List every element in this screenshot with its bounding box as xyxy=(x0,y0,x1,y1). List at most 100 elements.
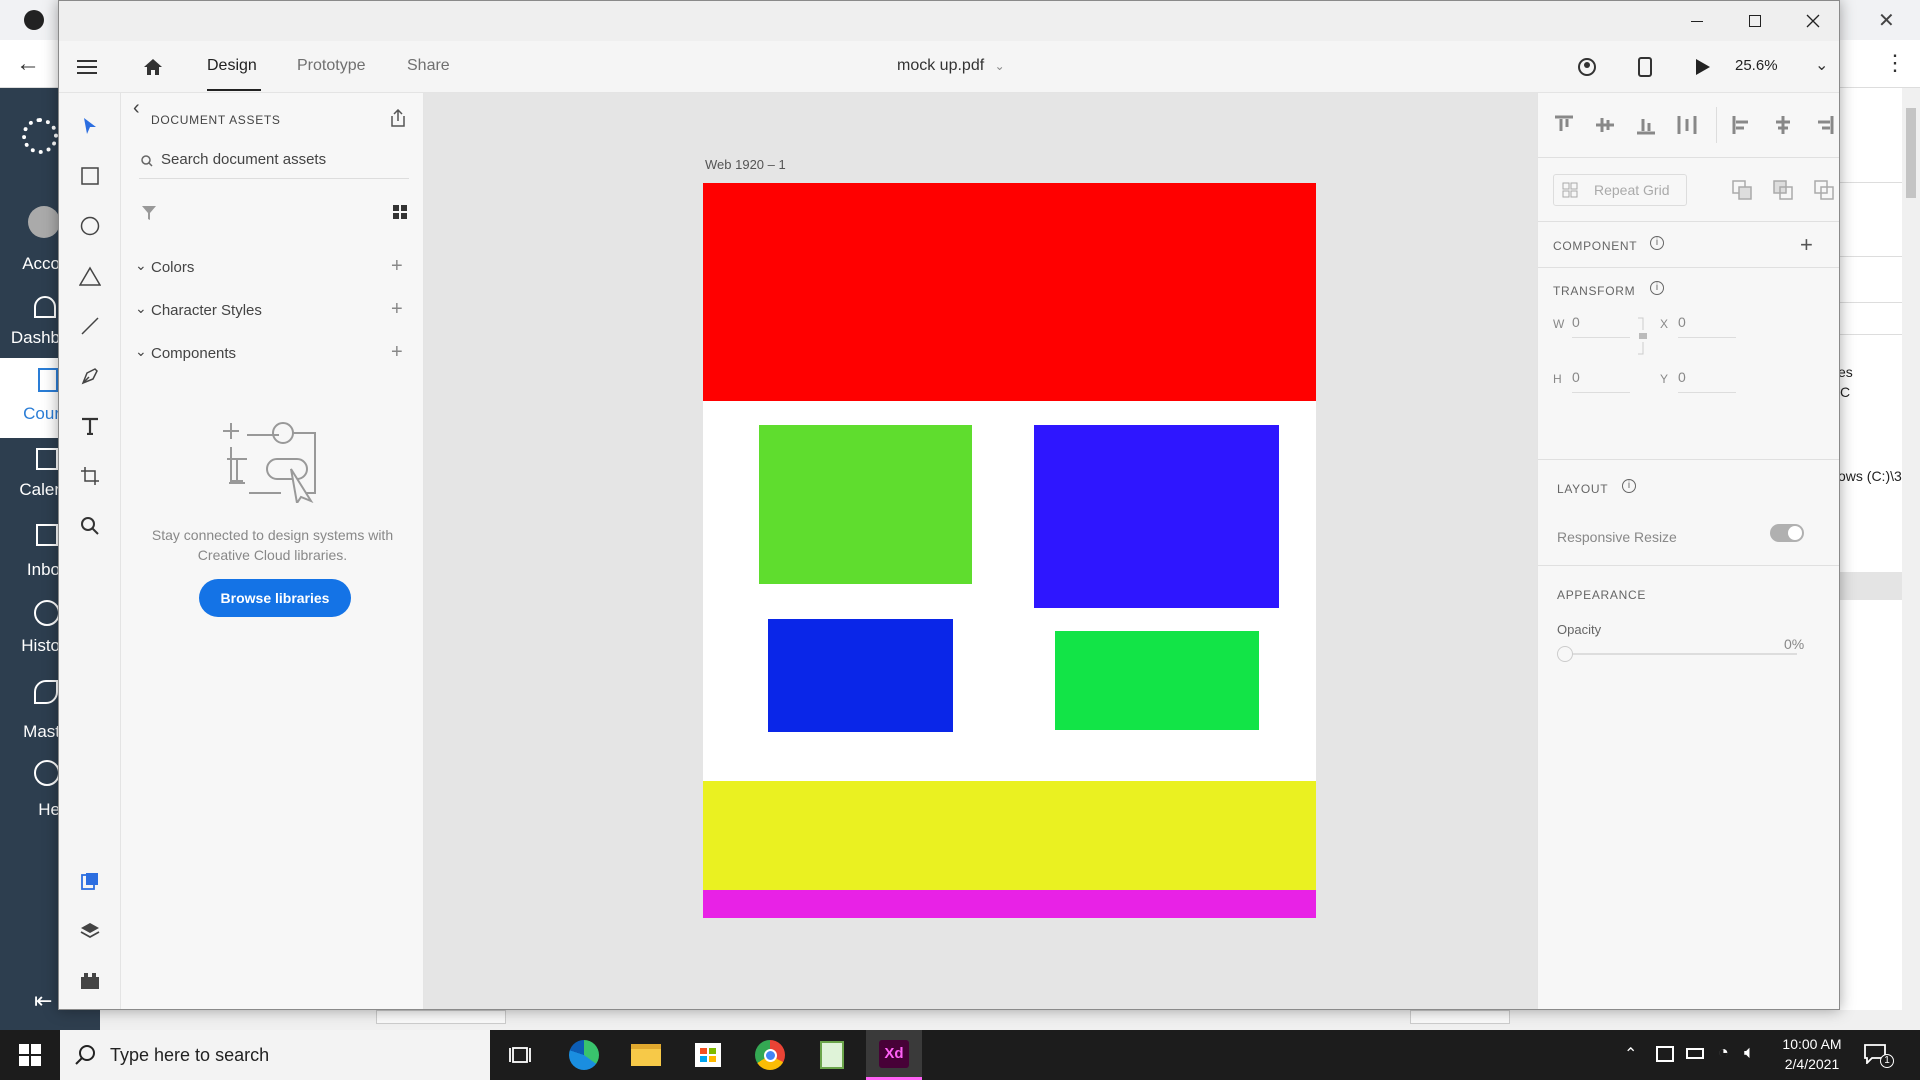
add-component-plus-icon[interactable]: + xyxy=(1800,232,1813,258)
rectangle-tool[interactable] xyxy=(72,158,108,194)
background-scrollbar[interactable] xyxy=(1902,88,1920,1030)
opacity-value[interactable]: 0% xyxy=(1784,636,1804,652)
boolean-intersect-icon[interactable] xyxy=(1814,180,1834,200)
tab-design[interactable]: Design xyxy=(207,57,257,75)
ellipse-tool[interactable] xyxy=(72,208,108,244)
align-left-icon[interactable] xyxy=(1732,115,1752,135)
notifications-button[interactable]: 1 xyxy=(1864,1042,1894,1068)
home-button[interactable] xyxy=(139,53,167,81)
hamburger-menu-button[interactable] xyxy=(73,53,101,81)
height-input[interactable]: 0 xyxy=(1572,369,1630,393)
document-title[interactable]: mock up.pdf ⌄ xyxy=(897,57,1005,75)
info-icon[interactable]: i xyxy=(1650,281,1664,295)
zoom-level[interactable]: 25.6% xyxy=(1735,57,1778,74)
distribute-horizontal-icon[interactable] xyxy=(1677,115,1697,135)
add-component-plus-icon[interactable]: + xyxy=(391,341,403,364)
store-app[interactable] xyxy=(680,1030,736,1080)
line-tool[interactable] xyxy=(72,308,108,344)
bg-sidebar-item[interactable]: Cour xyxy=(0,404,60,424)
collapse-icon[interactable]: ⇤ xyxy=(34,988,52,1014)
close-icon[interactable]: ✕ xyxy=(1878,8,1895,33)
info-icon[interactable]: i xyxy=(1622,479,1636,493)
coediting-button[interactable] xyxy=(1573,53,1601,81)
tab-prototype[interactable]: Prototype xyxy=(297,57,365,75)
info-icon[interactable]: i xyxy=(1650,236,1664,250)
assets-panel-button[interactable] xyxy=(72,863,108,899)
green-rectangle[interactable] xyxy=(759,425,972,584)
components-section-header[interactable]: ⌄ Components + xyxy=(135,341,411,367)
bg-sidebar-item[interactable]: Acco xyxy=(0,254,60,274)
violet-rectangle[interactable] xyxy=(1034,425,1279,608)
wifi-icon[interactable]: ◔ xyxy=(1718,1042,1729,1063)
close-button[interactable] xyxy=(1785,1,1839,41)
artboard-tool[interactable] xyxy=(72,458,108,494)
file-explorer-app[interactable] xyxy=(618,1030,674,1080)
design-canvas[interactable]: Web 1920 – 1 xyxy=(424,93,1537,1009)
zoom-chevron-down-icon[interactable]: ⌄ xyxy=(1815,55,1828,75)
adobe-xd-app[interactable]: Xd xyxy=(866,1030,922,1080)
responsive-resize-toggle[interactable] xyxy=(1770,524,1804,542)
bg-sidebar-item[interactable]: He xyxy=(0,800,60,820)
text-tool[interactable] xyxy=(72,408,108,444)
bright-green-rectangle[interactable] xyxy=(1055,631,1259,730)
blue-rectangle[interactable] xyxy=(768,619,953,732)
grid-view-button[interactable] xyxy=(393,205,407,219)
colors-section-header[interactable]: ⌄ Colors + xyxy=(135,255,411,281)
boolean-add-icon[interactable] xyxy=(1732,180,1752,200)
opacity-slider[interactable] xyxy=(1557,644,1797,664)
footer-rectangle[interactable] xyxy=(703,781,1316,890)
bg-sidebar-item[interactable]: Mast xyxy=(0,722,60,742)
bg-sidebar-item[interactable]: Caler xyxy=(0,480,60,500)
volume-icon[interactable]: 🔈︎ xyxy=(1744,1042,1755,1063)
add-character-style-plus-icon[interactable]: + xyxy=(391,298,403,321)
browse-libraries-button[interactable]: Browse libraries xyxy=(199,579,351,617)
zoom-tool[interactable] xyxy=(72,508,108,544)
repeat-grid-button[interactable]: Repeat Grid xyxy=(1553,174,1687,206)
assets-back-chevron-icon[interactable]: ‹ xyxy=(133,97,140,120)
add-color-plus-icon[interactable]: + xyxy=(391,255,403,278)
lock-aspect-icon[interactable] xyxy=(1637,316,1649,356)
taskbar-search-box[interactable]: Type here to search xyxy=(60,1030,490,1080)
polygon-tool[interactable] xyxy=(72,258,108,294)
assets-search[interactable]: Search document assets xyxy=(139,149,409,179)
layers-panel-button[interactable] xyxy=(72,913,108,949)
battery-icon[interactable] xyxy=(1686,1048,1704,1059)
bg-sidebar-item[interactable]: Histo xyxy=(0,636,60,656)
chrome-app[interactable] xyxy=(742,1030,798,1080)
more-icon[interactable]: ⋮ xyxy=(1884,50,1906,76)
align-top-icon[interactable] xyxy=(1554,115,1574,135)
align-middle-icon[interactable] xyxy=(1595,115,1615,135)
notepad-app[interactable] xyxy=(804,1030,860,1080)
plugins-panel-button[interactable] xyxy=(72,963,108,999)
align-center-icon[interactable] xyxy=(1773,115,1793,135)
y-input[interactable]: 0 xyxy=(1678,369,1736,393)
bottom-bar-rectangle[interactable] xyxy=(703,890,1316,918)
select-tool[interactable] xyxy=(72,108,108,144)
align-bottom-icon[interactable] xyxy=(1636,115,1656,135)
back-arrow-icon[interactable]: ← xyxy=(16,50,40,78)
start-button[interactable] xyxy=(0,1030,60,1080)
filter-button[interactable] xyxy=(141,205,157,221)
edge-app[interactable] xyxy=(556,1030,612,1080)
export-button[interactable] xyxy=(389,109,407,127)
clock[interactable]: 10:00 AM 2/4/2021 xyxy=(1772,1034,1852,1074)
width-input[interactable]: 0 xyxy=(1572,314,1630,338)
align-right-icon[interactable] xyxy=(1814,115,1834,135)
pen-tool[interactable] xyxy=(72,358,108,394)
artboard-name[interactable]: Web 1920 – 1 xyxy=(705,157,786,172)
opacity-slider-thumb[interactable] xyxy=(1557,646,1573,662)
chevron-up-icon[interactable]: ⌃ xyxy=(1624,1044,1637,1064)
bg-sidebar-item[interactable]: Inbo xyxy=(0,560,60,580)
artboard[interactable] xyxy=(703,183,1316,918)
character-styles-section-header[interactable]: ⌄ Character Styles + xyxy=(135,298,411,324)
x-input[interactable]: 0 xyxy=(1678,314,1736,338)
bg-sidebar-item[interactable]: Dashb xyxy=(0,328,60,348)
play-preview-button[interactable] xyxy=(1689,53,1717,81)
security-icon[interactable] xyxy=(1656,1046,1674,1062)
boolean-subtract-icon[interactable] xyxy=(1773,180,1793,200)
tab-share[interactable]: Share xyxy=(407,57,450,75)
minimize-button[interactable] xyxy=(1669,1,1725,41)
maximize-button[interactable] xyxy=(1727,1,1783,41)
header-rectangle[interactable] xyxy=(703,183,1316,401)
task-view-button[interactable] xyxy=(492,1030,548,1080)
